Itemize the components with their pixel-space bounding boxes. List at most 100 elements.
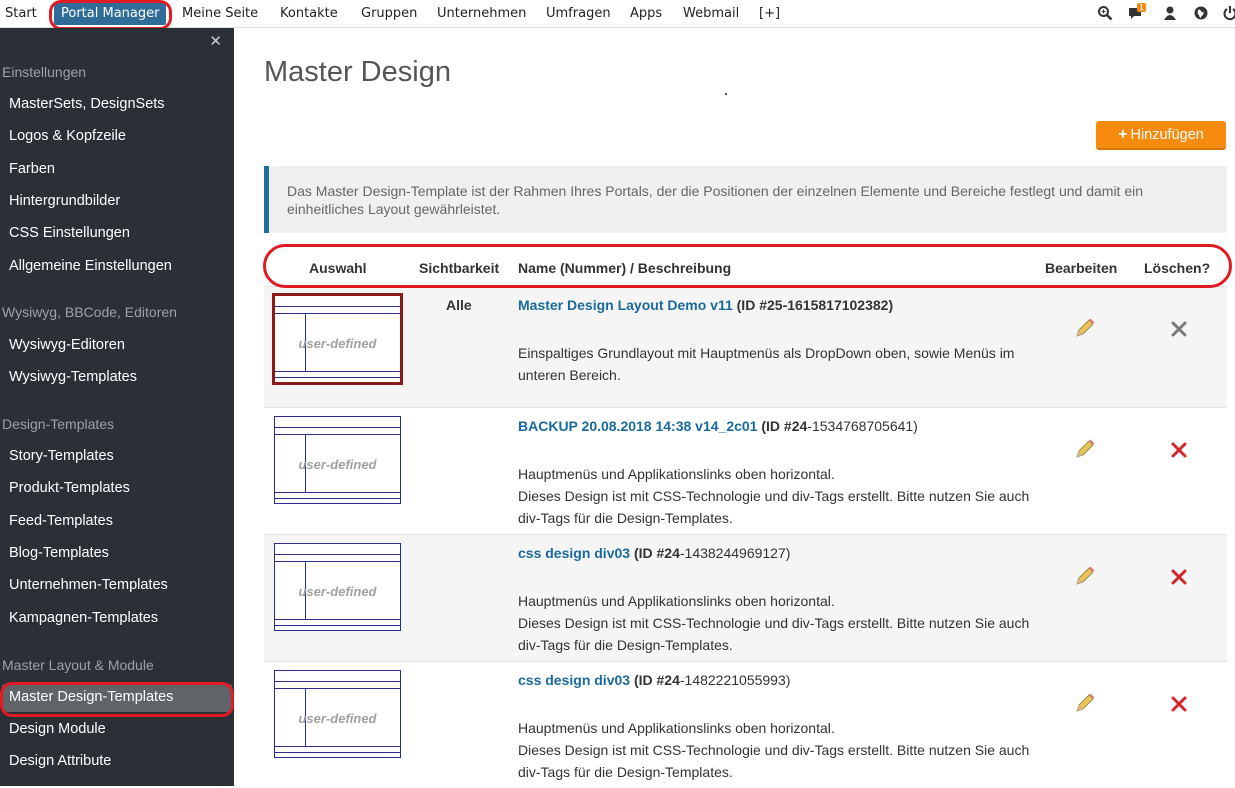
globe-icon[interactable]: [1192, 5, 1210, 23]
table-row: user-defined css design div03 (ID #24-14…: [264, 534, 1227, 661]
description-line: Hauptmenüs und Applikationslinks oben ho…: [518, 593, 835, 609]
template-id-suffix: -1615817102382): [782, 297, 894, 313]
sidebar-item-design-attribute[interactable]: Design Attribute: [9, 753, 111, 769]
sidebar-item-css-einstellungen[interactable]: CSS Einstellungen: [9, 225, 130, 241]
search-icon[interactable]: [1096, 5, 1114, 23]
column-sichtbarkeit: Sichtbarkeit: [419, 260, 500, 276]
table-row: user-defined Alle Master Design Layout D…: [264, 286, 1227, 407]
sidebar-item-wysiwyg-editoren[interactable]: Wysiwyg-Editoren: [9, 337, 125, 353]
edit-pencil-icon[interactable]: [1074, 317, 1096, 339]
description-line: Einspaltiges Grundlayout mit Hauptmenüs …: [518, 345, 1015, 383]
template-name-link[interactable]: Master Design Layout Demo v11: [518, 297, 733, 313]
nav-kontakte[interactable]: Kontakte: [280, 0, 338, 28]
template-name-link[interactable]: BACKUP 20.08.2018 14:38 v14_2c01: [518, 418, 757, 434]
page-title: Master Design: [264, 56, 451, 88]
delete-x-icon[interactable]: [1169, 440, 1189, 460]
template-name: Master Design Layout Demo v11 (ID #25-16…: [518, 297, 893, 313]
description-line: Dieses Design ist mit CSS-Technologie un…: [518, 615, 1030, 653]
nav-plus[interactable]: [+]: [759, 0, 780, 28]
chat-icon[interactable]: 1: [1127, 3, 1147, 23]
sidebar-item-story-templates[interactable]: Story-Templates: [9, 448, 114, 464]
sidebar-item-allgemeine-einstellungen[interactable]: Allgemeine Einstellungen: [9, 258, 172, 274]
sidebar-group-einstellungen: Einstellungen: [2, 64, 87, 80]
table-row: user-defined css design div03 (ID #24-14…: [264, 661, 1227, 788]
sidebar-item-hintergrundbilder[interactable]: Hintergrundbilder: [9, 193, 120, 209]
description-line: Hauptmenüs und Applikationslinks oben ho…: [518, 466, 835, 482]
stray-dot: [725, 93, 727, 95]
nav-umfragen[interactable]: Umfragen: [546, 0, 611, 28]
sidebar-item-wysiwyg-templates[interactable]: Wysiwyg-Templates: [9, 369, 137, 385]
template-thumbnail[interactable]: user-defined: [274, 543, 401, 631]
table-row: user-defined BACKUP 20.08.2018 14:38 v14…: [264, 407, 1227, 534]
top-navigation: Start Portal Manager Meine Seite Kontakt…: [0, 0, 1235, 30]
description-line: Dieses Design ist mit CSS-Technologie un…: [518, 742, 1030, 780]
user-icon[interactable]: [1161, 5, 1179, 23]
template-name: css design div03 (ID #24-1438244969127): [518, 545, 790, 561]
template-name: BACKUP 20.08.2018 14:38 v14_2c01 (ID #24…: [518, 418, 918, 434]
sidebar: ✕ Einstellungen MasterSets, DesignSets L…: [0, 28, 234, 786]
table-header: Auswahl Sichtbarkeit Name (Nummer) / Bes…: [264, 250, 1227, 286]
delete-x-icon[interactable]: [1169, 567, 1189, 587]
sidebar-item-logos[interactable]: Logos & Kopfzeile: [9, 128, 126, 144]
sidebar-item-master-design-templates[interactable]: Master Design-Templates: [9, 689, 173, 705]
template-id-prefix: (ID #25: [736, 297, 783, 313]
add-button-label: Hinzufügen: [1130, 127, 1204, 143]
edit-pencil-icon[interactable]: [1074, 438, 1096, 460]
column-bearbeiten: Bearbeiten: [1045, 260, 1118, 276]
sidebar-item-mastersets[interactable]: MasterSets, DesignSets: [9, 96, 165, 112]
nav-unternehmen[interactable]: Unternehmen: [437, 0, 526, 28]
template-name-link[interactable]: css design div03: [518, 545, 630, 561]
edit-pencil-icon[interactable]: [1074, 692, 1096, 714]
nav-start[interactable]: Start: [5, 0, 37, 28]
nav-gruppen[interactable]: Gruppen: [361, 0, 417, 28]
sidebar-item-kampagnen-templates[interactable]: Kampagnen-Templates: [9, 610, 158, 626]
column-name: Name (Nummer) / Beschreibung: [518, 260, 732, 276]
sidebar-item-unternehmen-templates[interactable]: Unternehmen-Templates: [9, 577, 168, 593]
thumbnail-label: user-defined: [298, 457, 377, 472]
delete-x-icon[interactable]: [1169, 694, 1189, 714]
edit-pencil-icon[interactable]: [1074, 565, 1096, 587]
power-icon[interactable]: [1221, 5, 1235, 23]
template-id-suffix: -1482221055993): [679, 672, 791, 688]
sidebar-item-blog-templates[interactable]: Blog-Templates: [9, 545, 109, 561]
template-description: Hauptmenüs und Applikationslinks oben ho…: [518, 717, 1033, 783]
nav-apps[interactable]: Apps: [630, 0, 662, 28]
template-description: Hauptmenüs und Applikationslinks oben ho…: [518, 590, 1033, 656]
template-description: Einspaltiges Grundlayout mit Hauptmenüs …: [518, 342, 1033, 386]
template-id-prefix: (ID #24: [761, 418, 808, 434]
nav-portal-manager[interactable]: Portal Manager: [54, 3, 167, 25]
sidebar-group-design-templates: Design-Templates: [2, 416, 115, 432]
main-content: Master Design + Hinzufügen Das Master Des…: [234, 28, 1235, 786]
template-id-suffix: -1534768705641): [807, 418, 918, 434]
sidebar-item-produkt-templates[interactable]: Produkt-Templates: [9, 480, 130, 496]
sidebar-group-master-layout: Master Layout & Module: [2, 657, 154, 673]
description-line: Hauptmenüs und Applikationslinks oben ho…: [518, 720, 835, 736]
plus-icon: +: [1118, 126, 1128, 143]
thumbnail-label: user-defined: [298, 336, 377, 351]
visibility-value: Alle: [446, 297, 472, 313]
info-box: Das Master Design-Template ist der Rahme…: [264, 166, 1227, 233]
sidebar-item-design-module[interactable]: Design Module: [9, 721, 106, 737]
thumbnail-label: user-defined: [298, 711, 377, 726]
template-name: css design div03 (ID #24-1482221055993): [518, 672, 790, 688]
template-thumbnail[interactable]: user-defined: [274, 416, 401, 504]
nav-webmail[interactable]: Webmail: [683, 0, 739, 28]
nav-meine-seite[interactable]: Meine Seite: [182, 0, 258, 28]
sidebar-item-farben[interactable]: Farben: [9, 161, 55, 177]
template-id-prefix: (ID #24: [633, 672, 680, 688]
column-auswahl: Auswahl: [309, 260, 367, 276]
sidebar-close-icon[interactable]: ✕: [209, 32, 222, 50]
template-id-suffix: -1438244969127): [679, 545, 791, 561]
template-id-prefix: (ID #24: [633, 545, 680, 561]
notification-badge: 1: [1137, 3, 1147, 12]
template-description: Hauptmenüs und Applikationslinks oben ho…: [518, 463, 1033, 529]
description-line: Dieses Design ist mit CSS-Technologie un…: [518, 488, 1030, 526]
template-name-link[interactable]: css design div03: [518, 672, 630, 688]
sidebar-group-wysiwyg: Wysiwyg, BBCode, Editoren: [2, 304, 177, 320]
template-thumbnail[interactable]: user-defined: [274, 670, 401, 758]
template-thumbnail[interactable]: user-defined: [272, 293, 403, 385]
delete-x-icon[interactable]: [1169, 319, 1189, 339]
sidebar-item-feed-templates[interactable]: Feed-Templates: [9, 513, 113, 529]
add-button[interactable]: + Hinzufügen: [1096, 121, 1226, 150]
thumbnail-label: user-defined: [298, 584, 377, 599]
